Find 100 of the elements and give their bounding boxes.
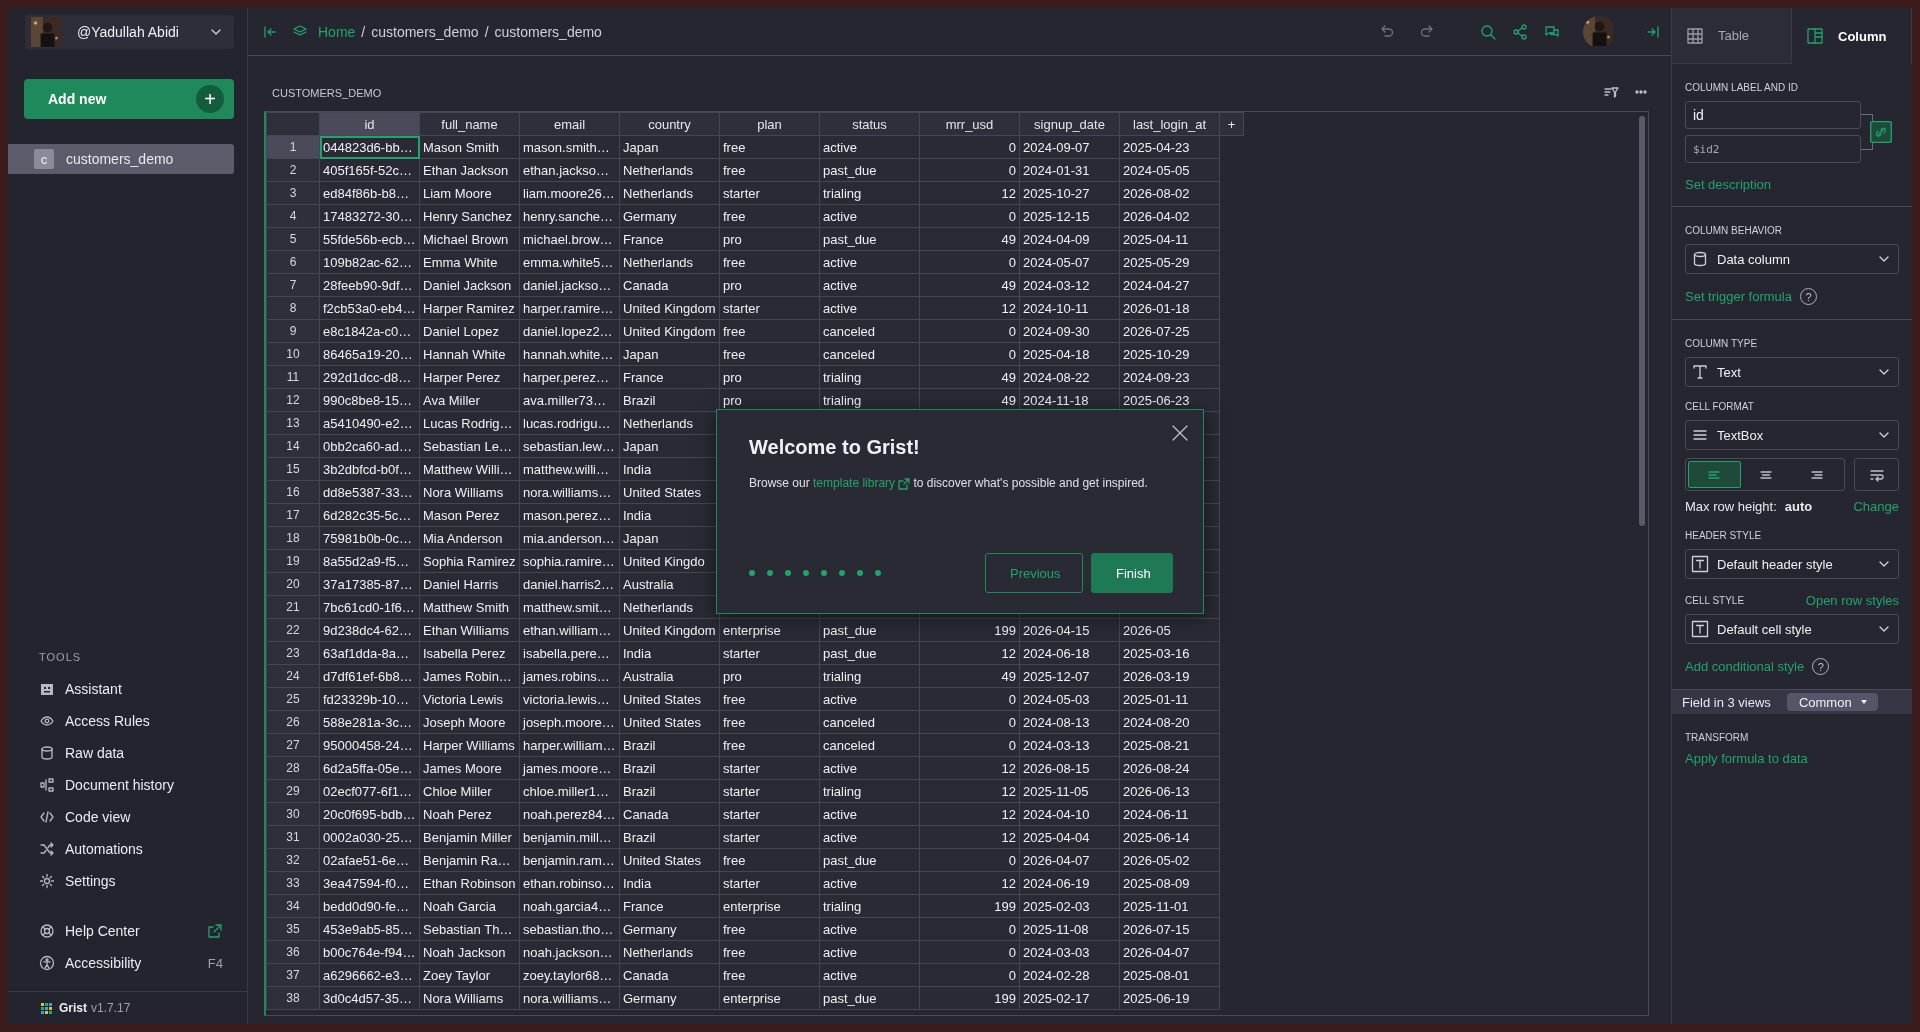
row-number[interactable]: 38 [266,986,320,1010]
sort-filter-icon[interactable] [1603,85,1619,99]
text-type-icon [1691,363,1709,381]
step-dot[interactable] [803,570,809,576]
row-number[interactable]: 29 [266,779,320,803]
dropdown[interactable]: TextBox [1685,420,1899,450]
row-number[interactable]: 12 [266,388,320,412]
tool-item[interactable]: Raw data [8,737,247,769]
row-number[interactable]: 14 [266,434,320,458]
link[interactable]: Add conditional style [1685,659,1805,674]
row-number[interactable]: 28 [266,756,320,780]
row-number[interactable]: 16 [266,480,320,504]
close-icon[interactable] [1171,424,1189,442]
add-column-button[interactable]: + [1219,112,1244,136]
column-header[interactable]: mrr_usd [919,112,1020,136]
column-id-field[interactable]: $id2 [1685,135,1861,163]
account-menu[interactable]: @Yadullah Abidi [25,15,234,49]
scrollbar[interactable] [1639,116,1645,526]
column-header[interactable]: status [819,112,920,136]
step-dot[interactable] [749,570,755,576]
search-icon[interactable] [1479,22,1497,41]
breadcrumb-link[interactable]: Home [318,23,356,40]
row-number[interactable]: 8 [266,296,320,320]
row-number[interactable]: 22 [266,618,320,642]
column-header[interactable]: plan [719,112,820,136]
row-number[interactable]: 26 [266,710,320,734]
link[interactable]: Set description [1685,177,1771,192]
tool-item[interactable]: Settings [8,865,247,897]
row-number[interactable]: 1 [266,135,320,159]
tool-item[interactable]: Accessibility F4 [8,947,247,979]
page-item[interactable]: c customers_demo [8,144,234,174]
row-number[interactable]: 15 [266,457,320,481]
row-number[interactable]: 31 [266,825,320,849]
row-number[interactable]: 25 [266,687,320,711]
panel-tab[interactable]: Table [1672,8,1792,64]
dropdown[interactable]: Default header style [1685,549,1899,579]
row-number[interactable]: 4 [266,204,320,228]
step-dot[interactable] [839,570,845,576]
link[interactable]: Open row styles [1805,593,1899,608]
row-number[interactable]: 10 [266,342,320,366]
column-header[interactable]: full_name [419,112,520,136]
dropdown[interactable]: Data column [1685,244,1899,274]
row-number[interactable]: 13 [266,411,320,435]
tool-item[interactable]: Assistant [8,673,247,705]
step-dot[interactable] [767,570,773,576]
tool-item[interactable]: Automations [8,833,247,865]
column-header[interactable]: last_login_at [1119,112,1220,136]
link[interactable]: Set trigger formula [1685,289,1792,304]
wrap-button[interactable] [1854,458,1899,491]
column-header[interactable]: id [319,112,420,136]
row-number[interactable]: 3 [266,181,320,205]
breadcrumb-link[interactable]: customers_demo [494,23,602,40]
row-number[interactable]: 6 [266,250,320,274]
tool-item[interactable]: Help Center [8,915,247,947]
row-number[interactable]: 36 [266,940,320,964]
row-number[interactable]: 37 [266,963,320,987]
max-row-height-value: auto [1784,499,1813,514]
share-icon[interactable] [1511,22,1529,41]
row-number[interactable]: 11 [266,365,320,389]
step-dot[interactable] [821,570,827,576]
tool-item[interactable]: Document history [8,769,247,801]
row-number[interactable]: 20 [266,572,320,596]
row-number[interactable]: 17 [266,503,320,527]
alignment-button[interactable] [1688,461,1741,488]
dropdown[interactable]: Text [1685,357,1899,387]
grist-logo-icon [40,1001,53,1015]
row-number[interactable]: 7 [266,273,320,297]
row-number[interactable]: 35 [266,917,320,941]
row-number[interactable]: 24 [266,664,320,688]
row-number[interactable]: 21 [266,595,320,619]
row-number[interactable]: 19 [266,549,320,573]
row-number[interactable]: 9 [266,319,320,343]
row-number[interactable]: 30 [266,802,320,826]
row-number[interactable]: 18 [266,526,320,550]
tool-item[interactable]: Access Rules [8,705,247,737]
tool-item[interactable]: Code view [8,801,247,833]
link[interactable]: Change [1853,499,1899,514]
row-number[interactable]: 33 [266,871,320,895]
previous-button[interactable]: Previous [985,553,1083,593]
finish-button[interactable]: Finish [1091,553,1173,593]
row-number[interactable]: 23 [266,641,320,665]
breadcrumb-link[interactable]: customers_demo [371,23,479,40]
step-dot[interactable] [785,570,791,576]
row-number[interactable]: 27 [266,733,320,757]
common-dropdown[interactable]: Common [1786,693,1878,711]
row-number[interactable]: 34 [266,894,320,918]
row-number[interactable]: 5 [266,227,320,251]
template-library-link[interactable]: template library [813,475,911,492]
link-icon[interactable] [1870,121,1892,143]
dropdown[interactable]: Default cell style [1685,614,1899,644]
column-header[interactable]: country [619,112,720,136]
label-field[interactable]: id [1685,101,1861,129]
add-new-button[interactable]: Add new + [24,79,234,119]
column-header[interactable]: email [519,112,620,136]
column-header[interactable]: signup_date [1019,112,1120,136]
row-number[interactable]: 2 [266,158,320,182]
step-dot[interactable] [875,570,881,576]
row-number[interactable]: 32 [266,848,320,872]
step-dot[interactable] [857,570,863,576]
link[interactable]: Apply formula to data [1685,751,1808,766]
